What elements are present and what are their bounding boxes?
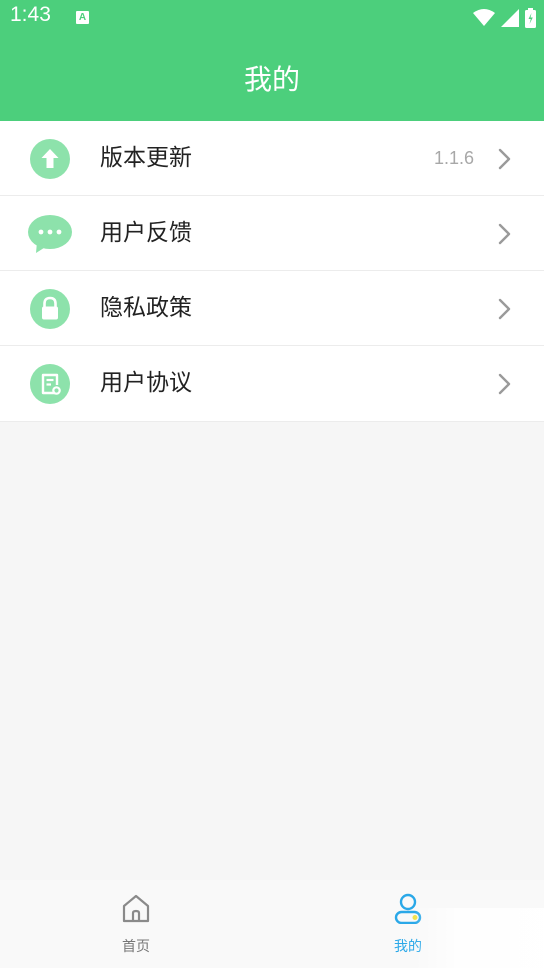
chevron-right-icon	[498, 223, 511, 245]
signal-icon	[501, 9, 519, 27]
wifi-icon	[473, 9, 495, 26]
status-time: 1:43	[10, 3, 51, 26]
menu-item-user-feedback[interactable]: 用户反馈	[0, 196, 544, 271]
chat-bubble-icon	[28, 215, 72, 253]
home-icon	[122, 894, 150, 923]
status-icons	[473, 7, 536, 29]
battery-icon	[525, 8, 536, 28]
status-bar: 1:43 A	[0, 0, 544, 36]
lock-icon	[30, 289, 70, 329]
tab-mine[interactable]: 我的	[272, 880, 544, 968]
tab-label: 首页	[122, 939, 150, 955]
tab-label: 我的	[394, 939, 422, 955]
chevron-right-icon	[498, 148, 511, 170]
notification-icon: A	[76, 11, 89, 24]
document-icon	[30, 364, 70, 404]
bottom-tab-bar: 首页 我的	[0, 880, 544, 968]
menu-item-version-update[interactable]: 版本更新 1.1.6	[0, 121, 544, 196]
menu-item-label: 用户反馈	[100, 220, 192, 246]
menu-item-user-agreement[interactable]: 用户协议	[0, 346, 544, 422]
menu-item-label: 隐私政策	[100, 295, 192, 321]
menu-item-label: 版本更新	[100, 145, 192, 171]
user-icon	[394, 893, 422, 924]
tab-home[interactable]: 首页	[0, 880, 272, 968]
settings-menu: 版本更新 1.1.6 用户反馈 隐私政策 用户协议	[0, 121, 544, 422]
page-title: 我的	[243, 63, 300, 96]
menu-item-privacy-policy[interactable]: 隐私政策	[0, 271, 544, 346]
chevron-right-icon	[498, 298, 511, 320]
chevron-right-icon	[498, 373, 511, 395]
menu-item-label: 用户协议	[100, 370, 192, 396]
app-header: 1:43 A 我的	[0, 0, 544, 121]
arrow-up-icon	[30, 139, 70, 179]
version-number: 1.1.6	[433, 148, 474, 168]
